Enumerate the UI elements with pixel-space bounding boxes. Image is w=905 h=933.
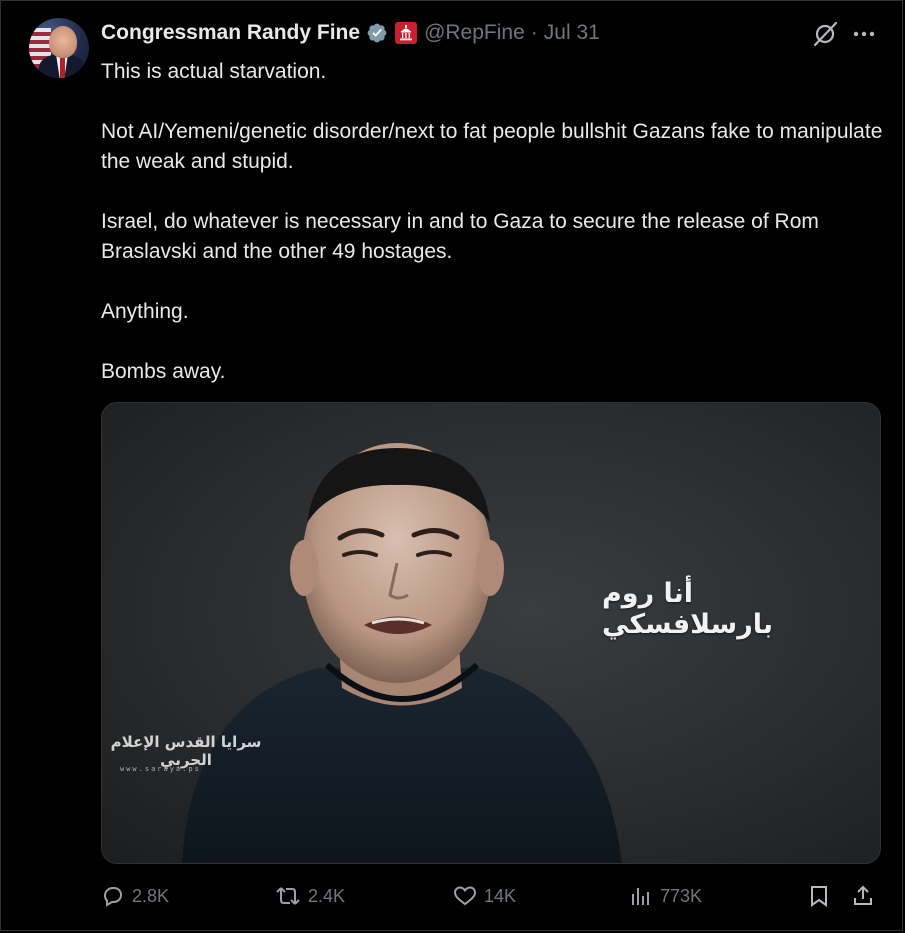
handle[interactable]: @RepFine xyxy=(424,21,525,45)
reply-icon xyxy=(103,887,123,907)
repost-icon xyxy=(276,887,300,905)
repost-button[interactable]: 2.4K xyxy=(275,880,345,912)
video-watermark-url: www.saraya.ps xyxy=(120,765,201,773)
views-chart-icon xyxy=(632,888,649,905)
tweet-header: Congressman Randy Fine @RepFine · Jul 31 xyxy=(101,18,600,48)
share-button[interactable] xyxy=(851,880,882,912)
action-bar: 2.8K 2.4K 14K 773K xyxy=(101,880,879,912)
display-name[interactable]: Congressman Randy Fine xyxy=(101,21,360,45)
heart-icon xyxy=(453,886,477,906)
reply-button[interactable]: 2.8K xyxy=(101,880,169,912)
tweet-text: This is actual starvation. Not AI/Yemeni… xyxy=(101,57,891,417)
like-button[interactable]: 14K xyxy=(453,880,516,912)
government-badge-icon[interactable] xyxy=(395,22,418,44)
tweet-paragraph: Bombs away. xyxy=(101,360,226,383)
reply-count: 2.8K xyxy=(132,885,170,906)
video-watermark: سرايا القدس الإعلام الحربي xyxy=(110,733,262,769)
tweet-paragraph: Israel, do whatever is necessary in and … xyxy=(101,210,819,263)
tweet-paragraph: This is actual starvation. xyxy=(101,60,327,83)
repost-count: 2.4K xyxy=(308,885,346,906)
bookmark-icon xyxy=(811,886,827,907)
avatar[interactable] xyxy=(29,18,89,78)
avatar-tie xyxy=(60,58,65,78)
post-date[interactable]: Jul 31 xyxy=(544,21,600,45)
like-count: 14K xyxy=(484,885,517,906)
video-overlay-caption: أنا روم بارسلافسكي xyxy=(602,578,774,640)
more-options-icon[interactable] xyxy=(850,20,878,48)
tweet-paragraph: Not AI/Yemeni/genetic disorder/next to f… xyxy=(101,120,883,173)
tweet-paragraph: Anything. xyxy=(101,300,189,323)
share-icon xyxy=(854,885,872,905)
separator-dot: · xyxy=(530,21,538,44)
media-video-still[interactable]: أنا روم بارسلافسكي سرايا القدس الإعلام ا… xyxy=(101,402,881,864)
grok-icon[interactable] xyxy=(811,20,839,48)
views-button[interactable]: 773K xyxy=(629,880,702,912)
bookmark-button[interactable] xyxy=(807,880,838,912)
views-count: 773K xyxy=(660,885,703,906)
avatar-face xyxy=(49,26,77,58)
verified-badge-icon[interactable] xyxy=(366,22,388,44)
